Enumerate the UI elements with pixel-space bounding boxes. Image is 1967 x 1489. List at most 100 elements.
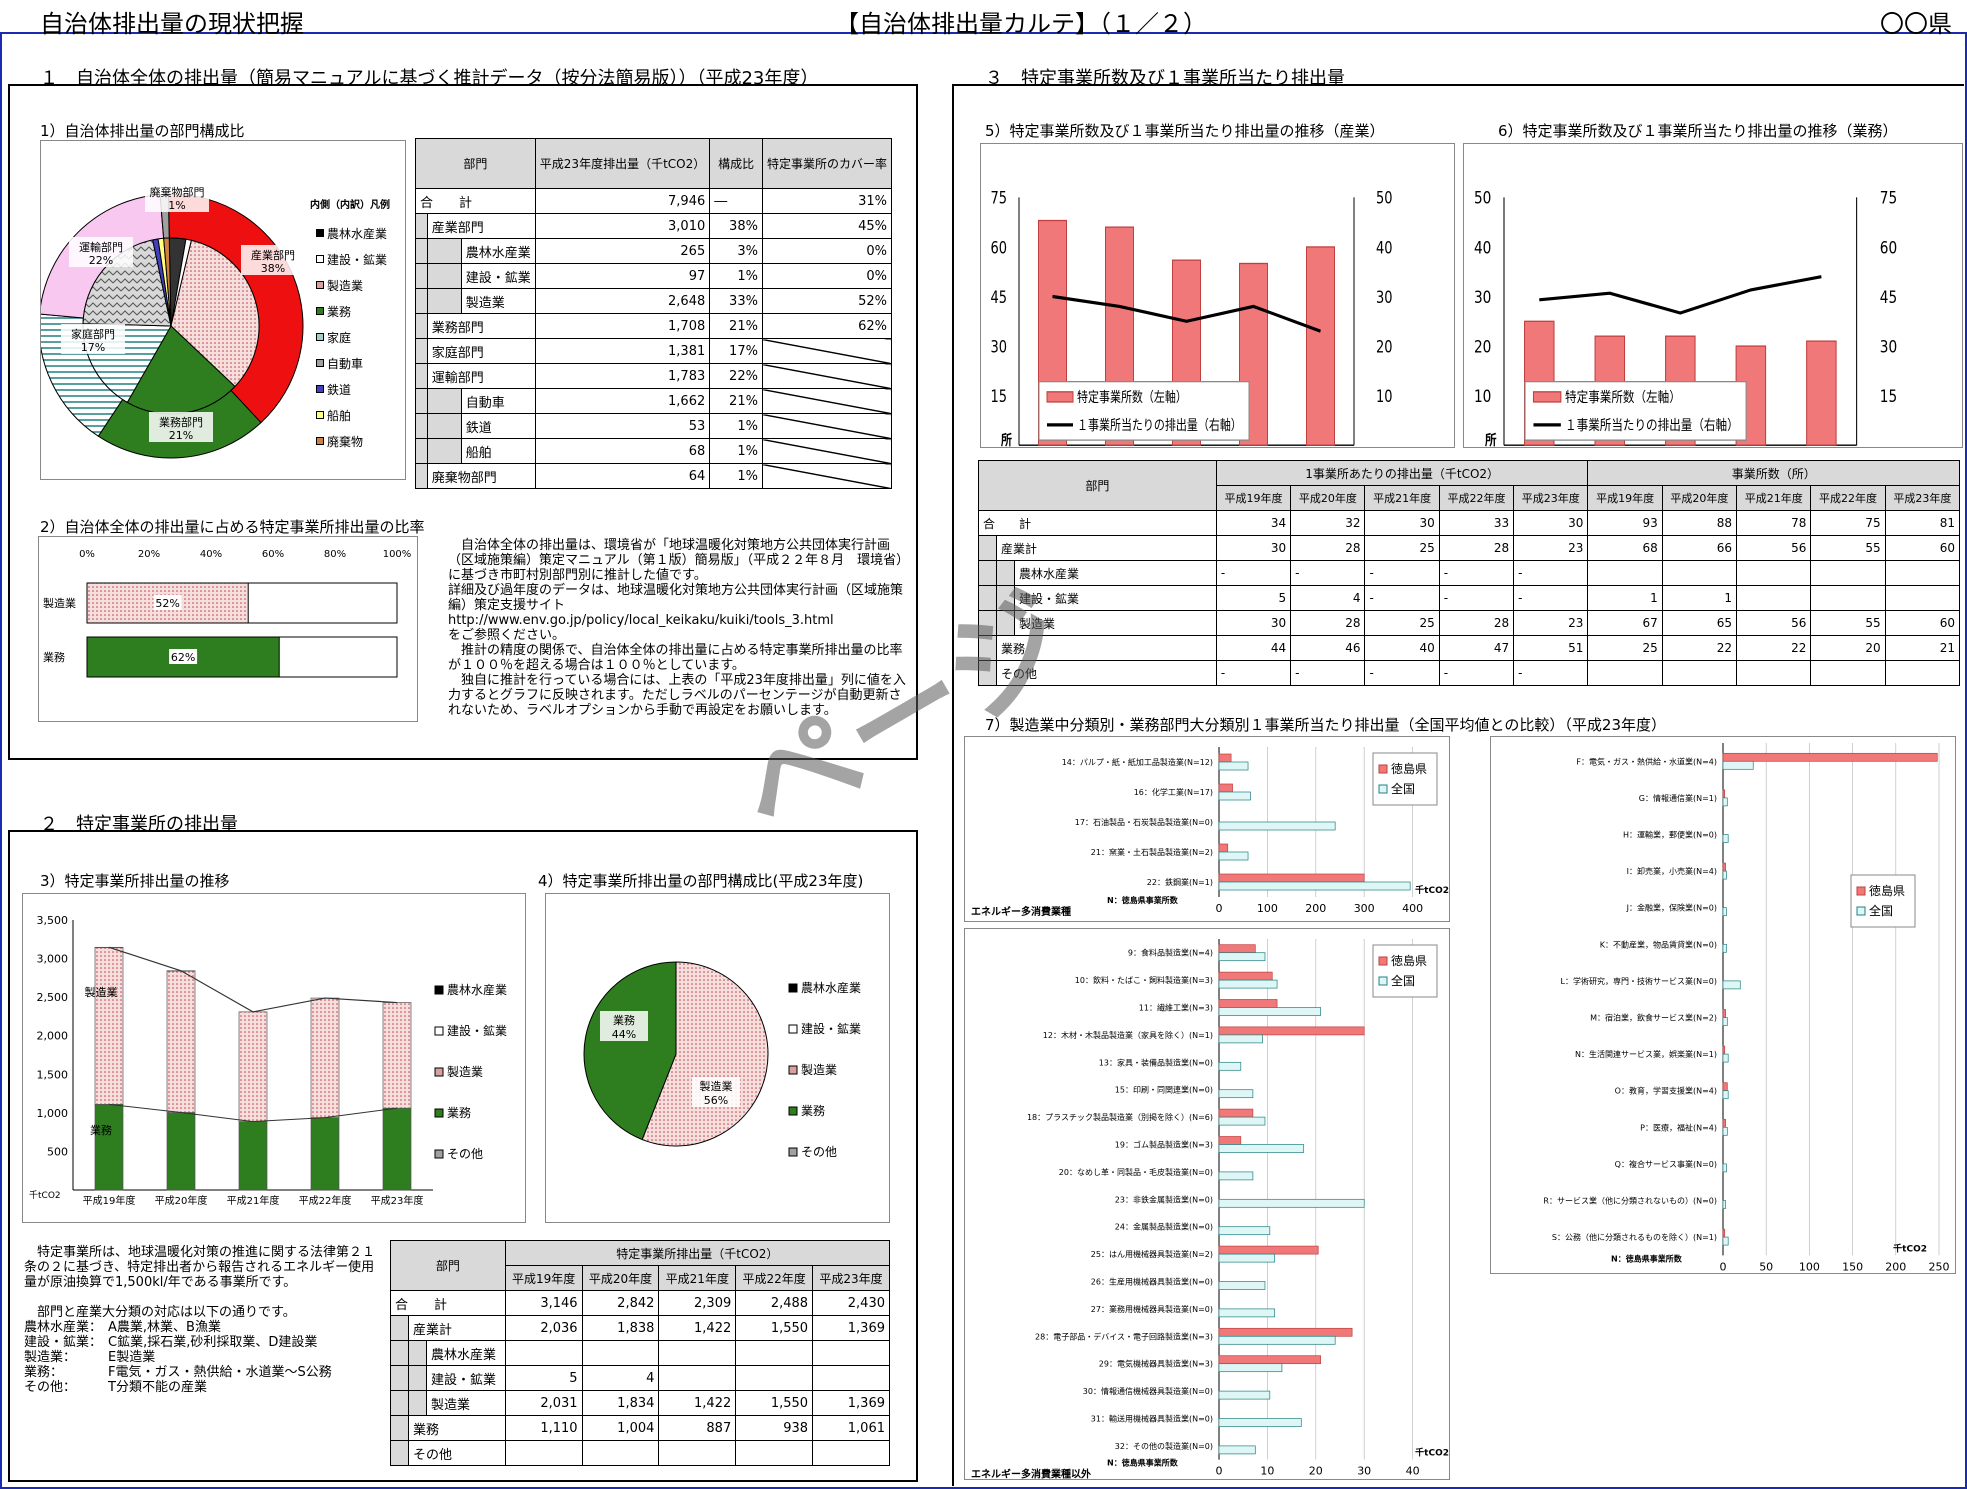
- combo6-legend-bar-label: 特定事業所数（左軸）: [1565, 389, 1681, 406]
- row-label: 家庭部門: [426, 338, 536, 364]
- stack3-bar: [238, 1121, 268, 1191]
- h7a-legend-box: [1372, 752, 1438, 806]
- indent-cell: [426, 438, 462, 464]
- h7b-legend-box: [1372, 944, 1438, 998]
- count-cell: [1736, 560, 1812, 586]
- h7c-category: F：電気・ガス・熱供給・水道業(N=4): [1576, 756, 1717, 766]
- row-label: 自動車: [460, 388, 536, 414]
- h7a-note: N：徳島県事業所数: [1107, 895, 1179, 905]
- mapping-value: A農業,林業、B漁業: [108, 1320, 221, 1335]
- h7c-xtick: 200: [1885, 1260, 1906, 1273]
- stack3-ytick: 1,000: [37, 1107, 69, 1120]
- pie1-label: 22%: [89, 254, 113, 267]
- stack3-ytick: 3,000: [37, 953, 69, 966]
- stack3-bar: [310, 997, 340, 1118]
- row-label: 産業計: [408, 1315, 506, 1341]
- count-cell: [1736, 660, 1812, 686]
- value-cell: [658, 1440, 737, 1466]
- coverage-cell: [761, 363, 893, 389]
- combo6-legend-line-label: １事業所当たりの排出量（右軸）: [1565, 417, 1739, 434]
- table-row: 製造業 2,648 33% 52%: [415, 288, 893, 314]
- pie1-legend-swatch: [316, 229, 324, 237]
- h7b-bar-national: [1218, 952, 1266, 962]
- h7b-bar-national: [1218, 1144, 1305, 1153]
- pie4-legend-label: 農林水産業: [801, 980, 861, 995]
- table-header-cell: 平成19年度: [504, 1265, 583, 1291]
- value-cell: 30: [1215, 610, 1292, 636]
- count-cell: 25: [1587, 635, 1663, 661]
- value-cell: [735, 1440, 814, 1466]
- h7b-bar-local: [1218, 1026, 1365, 1036]
- h7b-xtick: 10: [1260, 1465, 1274, 1478]
- h7a-bar-local: [1218, 843, 1229, 853]
- combo6-ytick-left: 10: [1474, 387, 1491, 407]
- pie1-legend-label: 農林水産業: [327, 226, 388, 241]
- pie1-legend-label: 廃棄物: [327, 434, 364, 449]
- h7c-legend-swatch-local: [1856, 886, 1866, 896]
- combo6-ytick-left: 30: [1474, 288, 1491, 308]
- h7c-bar-local: [1722, 1009, 1726, 1018]
- row-label: 製造業: [460, 288, 536, 314]
- cover-category: 業務: [43, 650, 65, 664]
- coverage-cell: [761, 463, 893, 489]
- combo6-ytick-right: 75: [1880, 188, 1897, 208]
- h7c-bar-national: [1722, 797, 1728, 807]
- stack3-bar: [166, 1112, 196, 1191]
- coverage-cell: 0%: [761, 238, 893, 264]
- pie1-legend-swatch: [316, 437, 324, 445]
- table-header-cell: 平成21年度: [1364, 485, 1440, 511]
- h7a-bar-local: [1218, 783, 1233, 793]
- h7a-xtick: 0: [1216, 902, 1223, 915]
- value-cell: 5: [1215, 585, 1292, 611]
- value-cell: -: [1438, 560, 1515, 586]
- value-cell: -: [1438, 660, 1515, 686]
- stack3-legend-swatch: [434, 1149, 444, 1159]
- h7a-category: 21：窯業・土石製品製造業(N=2): [1091, 847, 1213, 857]
- h7a-bar-local: [1218, 873, 1365, 883]
- ratio-cell: 21%: [709, 313, 763, 339]
- combo5-ytick-left: 45: [990, 287, 1007, 307]
- indent-cell: [415, 438, 428, 464]
- table-header-cell: 平成19年度: [1587, 485, 1663, 511]
- combo6-bar: [1806, 340, 1837, 446]
- pie1-legend-label: 業務: [327, 304, 352, 319]
- h7b-category: 10：飲料・たばこ・飼料製造業(N=3): [1075, 975, 1213, 985]
- pie1-title: 1）自治体排出量の部門構成比: [40, 122, 245, 140]
- h7b-category: 11：繊維工業(N=3): [1139, 1003, 1213, 1013]
- pie1-label: 廃棄物部門: [150, 185, 205, 199]
- indent-cell: [390, 1415, 409, 1441]
- count-cell: 88: [1661, 510, 1738, 536]
- combo6-xtick: 平成22年度: [1723, 448, 1779, 449]
- value-cell: 2,842: [581, 1290, 660, 1316]
- indent-cell: [415, 213, 428, 239]
- stack3-chart: 3,500 3,000 2,500 2,000 1,500 1,000 500 平成19年度 平…: [29, 914, 507, 1207]
- row-label: 運輸部門: [426, 363, 536, 389]
- h7b-bar-national: [1218, 1226, 1271, 1236]
- indent-cell: [426, 263, 462, 289]
- value-cell: 30: [1215, 535, 1292, 561]
- cover-panel: 0% 20% 40% 60% 80% 100% 製造業 52% 業務 62%: [38, 536, 418, 722]
- table-header-row: 部門 特定事業所排出量（千tCO2）: [390, 1240, 891, 1291]
- indent-cell: [426, 288, 462, 314]
- pie4-legend-label: 業務: [801, 1104, 825, 1118]
- coverage-cell: 0%: [761, 263, 893, 289]
- h7c-bar-national: [1722, 1017, 1728, 1026]
- para-line: 特定事業所は、地球温暖化対策の推進に関する法律第２１条の２に基づき、特定排出者か…: [24, 1245, 376, 1290]
- value-cell: 1,838: [581, 1315, 660, 1341]
- combo5-ytick-right: 30: [1376, 287, 1393, 307]
- h7c-bar-local: [1722, 789, 1726, 799]
- h7b-xtick: 20: [1309, 1465, 1323, 1478]
- ratio-cell: 1%: [709, 413, 763, 439]
- coverage-cell: [761, 438, 893, 464]
- h7b-category: 20：なめし革・同製品・毛皮製造業(N=0): [1059, 1167, 1213, 1177]
- h7a-xtick: 500: [1451, 902, 1452, 915]
- row-label: 業務: [408, 1415, 506, 1441]
- indent-cell: [415, 413, 428, 439]
- indent-cell: [415, 263, 428, 289]
- h7a-bar-national: [1218, 881, 1411, 891]
- h7c-legend-box: [1850, 874, 1916, 928]
- value-cell: 28: [1290, 610, 1366, 636]
- pie4-legend-label: 製造業: [801, 1063, 837, 1077]
- value-cell: 32: [1290, 510, 1366, 536]
- count-cell: 55: [1810, 535, 1886, 561]
